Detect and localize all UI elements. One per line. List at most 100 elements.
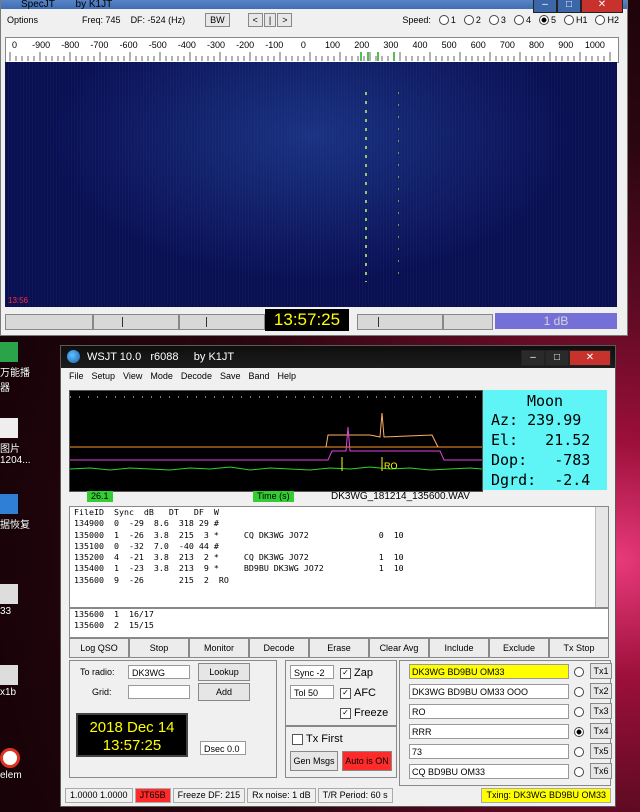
- window-title: WSJT 10.0 r6088 by K1JT: [87, 351, 235, 363]
- tx-stop-button[interactable]: Tx Stop: [549, 638, 609, 658]
- lookup-button[interactable]: Lookup: [198, 663, 250, 681]
- time-mark: 13:56: [8, 296, 29, 305]
- bw-button[interactable]: BW: [205, 13, 230, 27]
- tx3-message[interactable]: RO: [409, 704, 569, 719]
- tx1-button[interactable]: Tx1: [590, 663, 612, 679]
- stop-button[interactable]: Stop: [129, 638, 189, 658]
- menu-view[interactable]: View: [123, 371, 142, 381]
- tx6-message[interactable]: CQ BD9BU OM33: [409, 764, 569, 779]
- zap-checkbox[interactable]: ✓ Zap: [340, 667, 373, 679]
- minimize-button[interactable]: –: [521, 350, 545, 366]
- orange-trace: [325, 412, 439, 448]
- decode-row: 135200 4 -21 3.8 213 2 * CQ DK3WG JO72 1…: [74, 552, 404, 563]
- menu-file[interactable]: File: [69, 371, 84, 381]
- brightness-slider[interactable]: [5, 314, 93, 330]
- speed-option-3[interactable]: 3: [488, 15, 506, 26]
- desktop-icon-elem[interactable]: elem: [0, 748, 34, 781]
- to-radio-input[interactable]: DK3WG: [128, 665, 190, 679]
- waterfall-display[interactable]: 13:56: [5, 62, 617, 307]
- speed-option-h1[interactable]: H1: [563, 15, 587, 26]
- status-rx-noise: Rx noise: 1 dB: [247, 788, 316, 803]
- menu-save[interactable]: Save: [220, 371, 241, 381]
- wsjt-titlebar[interactable]: WSJT 10.0 r6088 by K1JT – □ ✕: [61, 346, 615, 368]
- tx5-message[interactable]: 73: [409, 744, 569, 759]
- tx1-radio[interactable]: [574, 667, 584, 677]
- gen-msgs-button[interactable]: Gen Msgs: [290, 751, 338, 771]
- options-menu[interactable]: Options: [7, 15, 38, 25]
- scale-label: 900: [558, 40, 573, 50]
- tx-first-checkbox[interactable]: Tx First: [292, 733, 343, 745]
- menu-band[interactable]: Band: [248, 371, 269, 381]
- extra-slider[interactable]: [443, 314, 493, 330]
- grid-input[interactable]: [128, 685, 190, 699]
- desktop-icon-file[interactable]: 33: [0, 584, 34, 617]
- decode-button[interactable]: Decode: [249, 638, 309, 658]
- decode-list[interactable]: FileID Sync dB DT DF W 134900 0 -29 8.6 …: [69, 506, 609, 608]
- log-qso-button[interactable]: Log QSO: [69, 638, 129, 658]
- maximize-button[interactable]: □: [545, 350, 569, 366]
- tx4-message[interactable]: RRR: [409, 724, 569, 739]
- auto-is-on-button[interactable]: Auto is ON: [342, 751, 392, 771]
- add-button[interactable]: Add: [198, 683, 250, 701]
- tx3-button[interactable]: Tx3: [590, 703, 612, 719]
- sync-spinner[interactable]: Sync -2: [290, 665, 334, 679]
- tx4-button[interactable]: Tx4: [590, 723, 612, 739]
- frequency-scale[interactable]: 0 -900 -800 -700 -600 -500 -400 -300 -200 -100 0 10…: [5, 37, 619, 63]
- monitor-button[interactable]: Monitor: [189, 638, 249, 658]
- menu-decode[interactable]: Decode: [181, 371, 212, 381]
- afc-checkbox[interactable]: ✓ AFC: [340, 687, 376, 699]
- menu-bar: File Setup View Mode Decode Save Band He…: [61, 368, 615, 384]
- tx2-message[interactable]: DK3WG BD9BU OM33 OOO: [409, 684, 569, 699]
- zero-slider[interactable]: [357, 314, 443, 330]
- tx2-radio[interactable]: [574, 687, 584, 697]
- gain-slider[interactable]: [179, 314, 265, 330]
- main-button-row: Log QSO Stop Monitor Decode Erase Clear …: [69, 638, 609, 658]
- desktop-icon-player[interactable]: 万能播 器: [0, 342, 34, 394]
- speed-option-4[interactable]: 4: [513, 15, 531, 26]
- menu-help[interactable]: Help: [278, 371, 297, 381]
- tx1-message[interactable]: DK3WG BD9BU OM33: [409, 664, 569, 679]
- speed-option-h2[interactable]: H2: [595, 15, 619, 26]
- tx2-button[interactable]: Tx2: [590, 683, 612, 699]
- tx6-button[interactable]: Tx6: [590, 763, 612, 779]
- tx5-radio[interactable]: [574, 747, 584, 757]
- desktop-icon-file2[interactable]: x1b: [0, 665, 34, 698]
- decode-row: 135100 0 -32 7.0 -40 44 #: [74, 540, 219, 551]
- menu-setup[interactable]: Setup: [92, 371, 116, 381]
- speed-option-2[interactable]: 2: [463, 15, 481, 26]
- decode-row: 134900 0 -29 8.6 318 29 #: [74, 518, 219, 529]
- clear-avg-button[interactable]: Clear Avg: [369, 638, 429, 658]
- spectrum-graph[interactable]: RO: [69, 390, 483, 492]
- scale-ticks: 0 -900 -800 -700 -600 -500 -400 -300 -200 -100 0 10…: [9, 40, 611, 61]
- close-button[interactable]: ✕: [581, 0, 623, 13]
- include-button[interactable]: Include: [429, 638, 489, 658]
- tx3-radio[interactable]: [574, 707, 584, 717]
- speed-option-5[interactable]: 5: [538, 15, 556, 26]
- nav-right-button[interactable]: >: [277, 13, 293, 27]
- tx5-button[interactable]: Tx5: [590, 743, 612, 759]
- nav-center-button[interactable]: |: [263, 13, 277, 27]
- contrast-slider[interactable]: [93, 314, 179, 330]
- maximize-button[interactable]: □: [557, 0, 581, 13]
- tx6-radio[interactable]: [574, 767, 584, 777]
- tx4-radio[interactable]: [574, 727, 584, 737]
- menu-mode[interactable]: Mode: [150, 371, 173, 381]
- tol-spinner[interactable]: Tol 50: [290, 685, 334, 699]
- speed-option-1[interactable]: 1: [438, 15, 456, 26]
- freeze-checkbox[interactable]: ✓ Freeze: [340, 707, 388, 719]
- freq-readout: Freq: 745: [82, 15, 121, 25]
- exclude-button[interactable]: Exclude: [489, 638, 549, 658]
- erase-button[interactable]: Erase: [309, 638, 369, 658]
- specjt-titlebar[interactable]: SpecJT by K1JT – □ ✕: [1, 0, 627, 13]
- time-display: 13:57:25: [102, 737, 162, 754]
- desktop-icon-recovery[interactable]: 据恢复: [0, 494, 34, 531]
- average-list: 135600 1 16/17 135600 2 15/15: [69, 608, 609, 638]
- close-button[interactable]: ✕: [569, 350, 611, 366]
- decode-scrollbar[interactable]: [595, 507, 608, 607]
- moon-panel: Moon Az: 239.99 El: 21.52 Dop: -783 Dgrd…: [483, 390, 607, 490]
- dsec-field[interactable]: Dsec 0.0: [200, 741, 246, 755]
- moon-dop: Dop: -783: [491, 451, 591, 469]
- nav-left-button[interactable]: <: [247, 13, 263, 27]
- minimize-button[interactable]: –: [533, 0, 557, 13]
- desktop-icon-image[interactable]: 图片 1204...: [0, 418, 34, 466]
